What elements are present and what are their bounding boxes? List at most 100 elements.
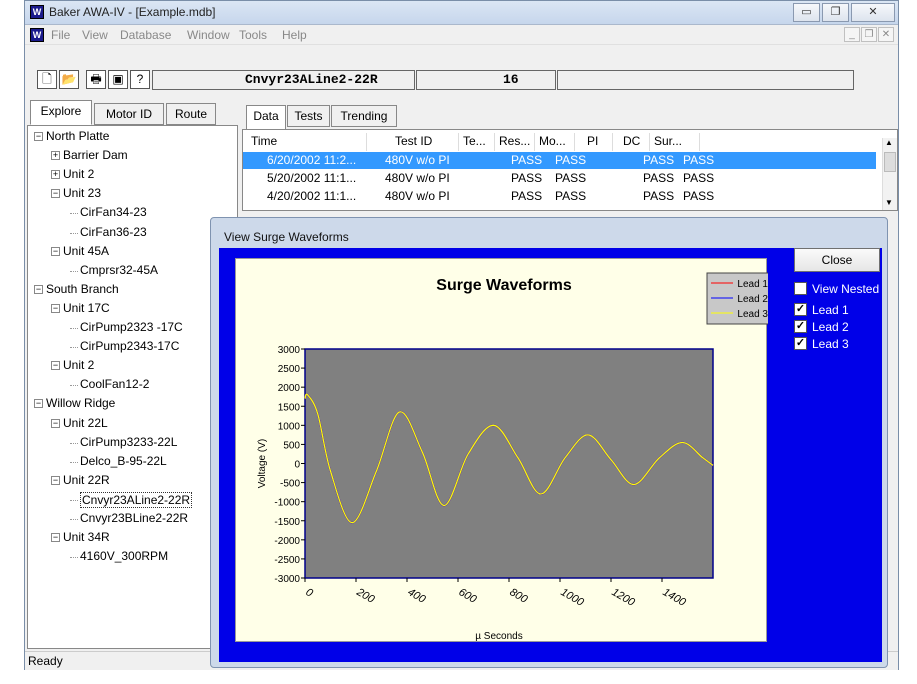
document-icon[interactable]: W <box>30 28 44 42</box>
collapse-icon[interactable]: − <box>51 533 60 543</box>
menu-database[interactable]: Database <box>120 28 171 42</box>
minimize-button[interactable]: ▭ <box>793 3 820 22</box>
x-axis-label: µ Seconds <box>475 631 522 642</box>
y-tick-label: -500 <box>280 479 300 490</box>
tab-trending[interactable]: Trending <box>331 105 397 127</box>
title-bar[interactable]: W Baker AWA-IV - [Example.mdb] ▭ ❐ ✕ <box>25 1 898 25</box>
column-header[interactable]: PI <box>575 133 613 151</box>
tree-connector <box>70 499 78 501</box>
tree-node-label: North Platte <box>46 129 110 143</box>
tree-view[interactable]: − North Platte + Barrier Dam + Unit 2− Unit 23… <box>27 125 238 649</box>
scroll-down-icon[interactable]: ▼ <box>885 198 893 207</box>
menu-file[interactable]: File <box>51 28 70 42</box>
table-scrollbar[interactable]: ▲ ▼ <box>882 138 897 210</box>
scroll-up-icon[interactable]: ▲ <box>885 138 893 147</box>
collapse-icon[interactable]: − <box>51 246 60 256</box>
close-dialog-button[interactable]: Close <box>794 248 880 272</box>
tree-node-label: Cnvyr23BLine2-22R <box>80 511 189 525</box>
mdi-minimize-button[interactable]: _ <box>844 27 860 42</box>
column-header[interactable]: DC <box>613 133 650 151</box>
table-cell: PASS <box>683 153 715 167</box>
view-nested-label: View Nested <box>812 282 880 296</box>
open-icon[interactable]: 📂 <box>59 70 79 89</box>
tree-connector <box>70 519 78 520</box>
legend-entry: Lead 2 <box>737 294 768 305</box>
lead1-checkbox[interactable]: ✓ <box>794 303 807 316</box>
collapse-icon[interactable]: − <box>34 284 43 294</box>
tab-explore[interactable]: Explore <box>30 100 92 125</box>
tree-node-label: CirPump2343-17C <box>80 339 180 354</box>
column-header[interactable]: Res... <box>495 133 535 151</box>
help-icon[interactable]: ? <box>130 70 150 89</box>
x-tick-label: 400 <box>406 586 429 606</box>
table-row[interactable]: 4/20/2002 11:1... 480V w/o PI PASS PASS PASS… <box>243 188 876 205</box>
collapse-icon[interactable]: − <box>51 361 60 371</box>
y-tick-label: 1500 <box>278 402 301 413</box>
table-cell: PASS <box>643 189 675 203</box>
table-row[interactable]: 6/20/2002 11:2... 480V w/o PI PASS PASS PASS… <box>243 152 876 169</box>
table-cell: 480V w/o PI <box>385 153 450 167</box>
column-header[interactable]: Time <box>247 133 367 151</box>
tree-node-label: 4160V_300RPM <box>80 549 169 564</box>
y-tick-label: -2000 <box>274 536 300 547</box>
collapse-icon[interactable]: − <box>51 303 60 313</box>
test-count-field: 16 <box>416 70 556 90</box>
tree-node-label: Unit 2 <box>63 167 95 182</box>
awa-app-icon: W <box>30 5 44 19</box>
collapse-icon[interactable]: − <box>51 475 60 485</box>
tree-connector <box>70 270 78 272</box>
table-row[interactable]: 5/20/2002 11:1... 480V w/o PI PASS PASS PASS… <box>243 170 876 187</box>
tab-route[interactable]: Route <box>166 103 216 125</box>
tab-motor-id[interactable]: Motor ID <box>94 103 164 125</box>
x-tick-label: 1400 <box>661 586 689 609</box>
test-list[interactable]: Time Test ID Te... Res... Mo... PI DC Su… <box>242 129 898 211</box>
tree-node-label: CirPump3233-22L <box>80 434 178 449</box>
expand-icon[interactable]: + <box>51 151 60 161</box>
scroll-thumb[interactable] <box>884 152 896 172</box>
menu-tools[interactable]: Tools <box>239 28 267 42</box>
tree-node-label: Unit 23 <box>63 186 102 201</box>
tab-tests[interactable]: Tests <box>287 105 330 127</box>
tree-node-label: Unit 2 <box>63 358 95 373</box>
x-tick-label: 1200 <box>610 586 638 609</box>
collapse-icon[interactable]: − <box>51 418 60 428</box>
table-cell: PASS <box>555 171 587 185</box>
table-cell: PASS <box>511 171 543 185</box>
mdi-close-button[interactable]: ✕ <box>878 27 894 42</box>
menu-help[interactable]: Help <box>282 28 307 42</box>
surge-waveforms-dialog: View Surge Waveforms Surge Waveforms 3000… <box>210 217 888 668</box>
plot-area <box>304 348 714 579</box>
lead3-checkbox[interactable]: ✓ <box>794 337 807 350</box>
collapse-icon[interactable]: − <box>34 132 43 141</box>
print-setup-icon[interactable]: ▣ <box>108 70 128 89</box>
close-button[interactable]: ✕ <box>851 3 895 22</box>
menu-view[interactable]: View <box>82 28 108 42</box>
collapse-icon[interactable]: − <box>34 399 43 409</box>
menu-window[interactable]: Window <box>187 28 230 42</box>
table-cell: PASS <box>511 153 543 167</box>
table-cell: 480V w/o PI <box>385 189 450 203</box>
tree-node-label: Willow Ridge <box>46 396 116 411</box>
tree-node-label: CirPump2323 -17C <box>80 320 183 334</box>
lead2-checkbox[interactable]: ✓ <box>794 320 807 333</box>
tab-data[interactable]: Data <box>246 105 286 130</box>
toolbar-empty-field <box>557 70 854 90</box>
tree-node-label: Unit 17C <box>63 300 110 315</box>
view-nested-checkbox[interactable] <box>794 282 807 295</box>
collapse-icon[interactable]: − <box>51 189 60 199</box>
menu-bar: W File View Database Window Tools Help _… <box>25 25 898 45</box>
column-header[interactable]: Mo... <box>535 133 575 151</box>
new-icon[interactable]: 🗋 <box>37 70 57 89</box>
column-header[interactable]: Te... <box>459 133 495 151</box>
tree-node-label: Cmprsr32-45A <box>80 262 159 277</box>
restore-button[interactable]: ❐ <box>822 3 849 22</box>
tree-connector <box>70 385 78 387</box>
mdi-restore-button[interactable]: ❐ <box>861 27 877 42</box>
tree-connector <box>70 213 78 215</box>
column-header[interactable]: Sur... <box>650 133 700 151</box>
y-tick-label: 2000 <box>278 383 301 394</box>
expand-icon[interactable]: + <box>51 170 60 180</box>
tree-node-label: Delco_B-95-22L <box>80 453 167 468</box>
print-icon[interactable]: 🖶 <box>86 70 106 89</box>
column-header[interactable]: Test ID <box>367 133 459 151</box>
